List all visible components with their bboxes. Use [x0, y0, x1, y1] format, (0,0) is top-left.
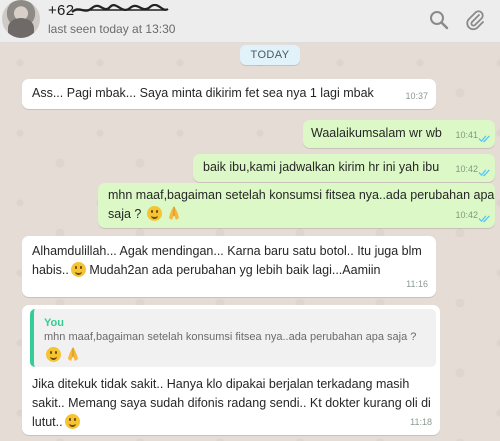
smiley-emoji-icon [46, 347, 61, 362]
search-icon[interactable] [427, 8, 451, 32]
message-incoming-reply[interactable]: You mhn maaf,bagaiman setelah konsumsi f… [22, 305, 440, 435]
message-incoming[interactable]: Ass... Pagi mbak... Saya minta dikirim f… [22, 79, 436, 109]
message-outgoing[interactable]: baik ibu,kami jadwalkan kirim hr ini yah… [193, 154, 495, 182]
message-time: 11:16 [406, 279, 428, 289]
last-seen-status: last seen today at 13:30 [48, 22, 176, 36]
message-time: 10:42 [455, 164, 478, 174]
attach-icon[interactable] [463, 8, 487, 32]
read-receipt-icon [478, 169, 490, 177]
message-time: 10:42 [455, 210, 478, 220]
message-text-line: habis.. Mudah2an ada perubahan yg lebih … [32, 261, 381, 280]
message-text-line: mhn maaf,bagaiman setelah konsumsi fitse… [108, 188, 495, 202]
read-receipt-icon [478, 215, 490, 223]
message-time: 11:18 [410, 417, 432, 427]
chat-header: +62 last seen today at 13:30 [0, 0, 500, 43]
message-text: saja ? [108, 207, 142, 221]
message-outgoing[interactable]: mhn maaf,bagaiman setelah konsumsi fitse… [98, 183, 495, 228]
message-text: habis.. [32, 263, 69, 277]
date-divider: TODAY [240, 45, 300, 65]
grin-emoji-icon [64, 414, 80, 429]
quote-text-content: mhn maaf,bagaiman setelah konsumsi fitse… [44, 331, 417, 343]
message-text-line: Jika ditekuk tidak sakit.. Hanya klo dip… [32, 377, 410, 391]
message-text-line: saja ? [108, 205, 181, 224]
message-text-line: lutut.. [32, 413, 80, 432]
message-text-line: Alhamdulillah... Agak mendingan... Karna… [32, 244, 422, 258]
redacted-number-scribble [71, 4, 169, 13]
smiley-emoji-icon [146, 206, 162, 221]
message-time: 10:37 [405, 91, 428, 101]
message-text: Mudah2an ada perubahan yg lebih baik lag… [85, 263, 381, 277]
message-text: Waalaikumsalam wr wb [311, 126, 442, 140]
quoted-message[interactable]: You mhn maaf,bagaiman setelah konsumsi f… [30, 309, 436, 367]
contact-avatar[interactable] [2, 0, 40, 38]
quote-text: mhn maaf,bagaiman setelah konsumsi fitse… [44, 329, 444, 365]
praying-hands-emoji-icon [68, 347, 79, 361]
praying-hands-emoji-icon [169, 206, 180, 220]
message-outgoing[interactable]: Waalaikumsalam wr wb 10:41 [303, 120, 495, 148]
read-receipt-icon [478, 135, 490, 143]
message-text: baik ibu,kami jadwalkan kirim hr ini yah… [203, 160, 440, 174]
message-text: lutut.. [32, 415, 63, 429]
message-time: 10:41 [455, 130, 478, 140]
message-text-line: sakit.. Memang saya sudah difonis radang… [32, 396, 431, 410]
message-text: Ass... Pagi mbak... Saya minta dikirim f… [32, 86, 374, 100]
message-incoming[interactable]: Alhamdulillah... Agak mendingan... Karna… [22, 236, 436, 297]
chat-area[interactable]: TODAY Ass... Pagi mbak... Saya minta dik… [0, 43, 500, 441]
smiley-emoji-icon [70, 262, 86, 277]
